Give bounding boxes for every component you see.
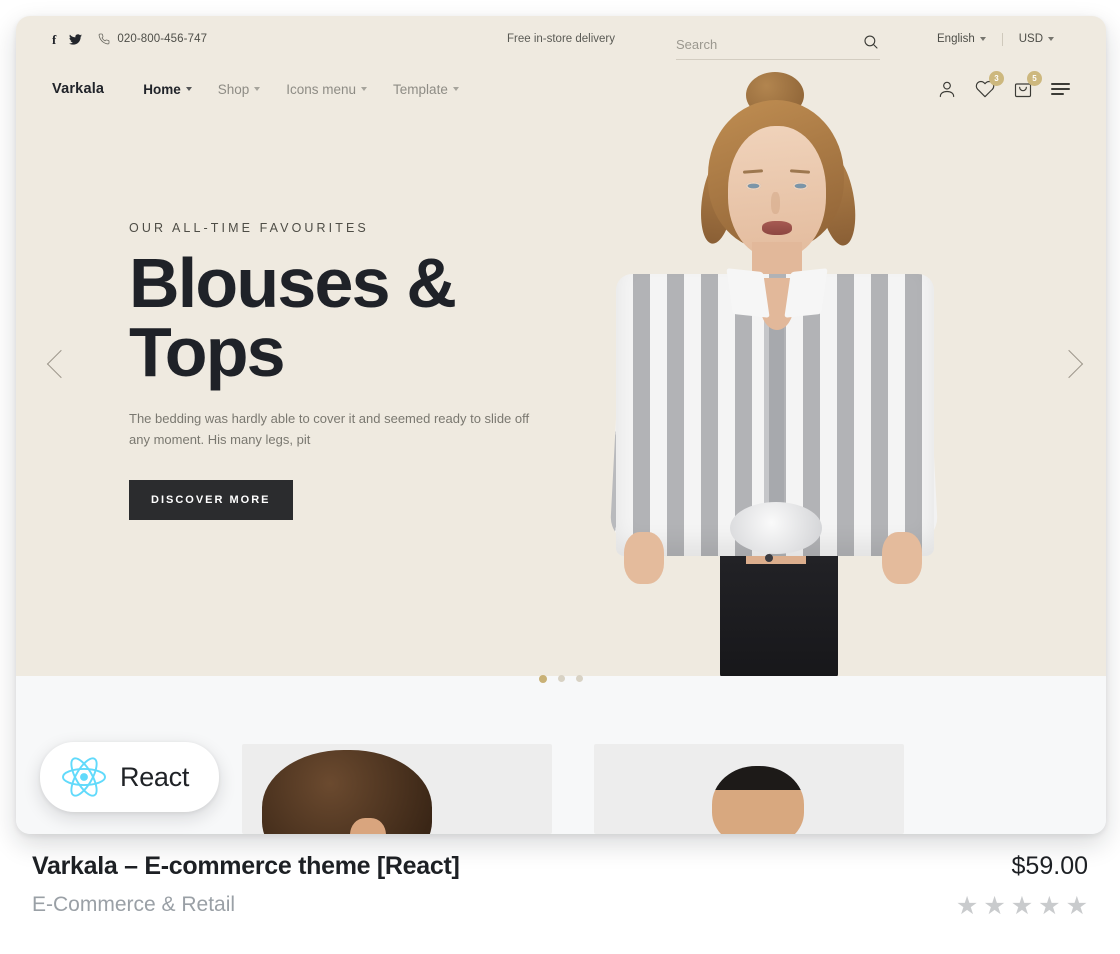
currency-selector[interactable]: USD bbox=[1003, 33, 1070, 45]
model-lips bbox=[762, 221, 792, 235]
nav-item-label: Template bbox=[393, 81, 448, 97]
wishlist-icon[interactable]: 3 bbox=[975, 71, 1004, 99]
item-meta-right: $59.00 ★ ★ ★ ★ ★ bbox=[956, 852, 1088, 919]
page-root: f 020-800-456-747 Free in-store delivery… bbox=[0, 0, 1120, 954]
currency-label: USD bbox=[1018, 33, 1043, 45]
hero-eyebrow: OUR ALL-TIME FAVOURITES bbox=[129, 221, 369, 235]
nav-item-home[interactable]: Home bbox=[130, 82, 205, 97]
nav-item-icons-menu[interactable]: Icons menu bbox=[273, 82, 380, 97]
hero-slider: f 020-800-456-747 Free in-store delivery… bbox=[16, 16, 1106, 676]
product-card[interactable] bbox=[594, 744, 904, 834]
product-card[interactable] bbox=[242, 744, 552, 834]
product-cards bbox=[242, 744, 904, 834]
model-hand-left bbox=[624, 532, 664, 584]
phone-icon bbox=[98, 33, 110, 45]
item-price: $59.00 bbox=[1011, 852, 1088, 880]
hero-title: Blouses & Tops bbox=[129, 244, 589, 391]
phone-number[interactable]: 020-800-456-747 bbox=[98, 33, 207, 45]
framework-badge: React bbox=[40, 742, 220, 812]
model-skirt-button bbox=[765, 554, 773, 562]
carousel-next-arrow[interactable] bbox=[1046, 341, 1092, 387]
react-logo-icon bbox=[62, 757, 106, 797]
framework-badge-label: React bbox=[120, 761, 190, 792]
phone-number-text: 020-800-456-747 bbox=[117, 33, 208, 45]
hamburger-menu-icon[interactable] bbox=[1051, 83, 1070, 95]
model-hand-right bbox=[882, 532, 922, 584]
item-title[interactable]: Varkala – E-commerce theme [React] bbox=[32, 852, 460, 881]
facebook-icon[interactable]: f bbox=[52, 33, 56, 46]
item-meta: Varkala – E-commerce theme [React] E-Com… bbox=[0, 852, 1120, 919]
main-navigation: Varkala Home Shop Icons menu Template 3 … bbox=[16, 62, 1106, 116]
account-icon[interactable] bbox=[937, 79, 957, 99]
hero-title-line-2: Tops bbox=[129, 312, 286, 391]
topbar-left: f 020-800-456-747 bbox=[52, 33, 207, 46]
theme-preview-card: f 020-800-456-747 Free in-store delivery… bbox=[16, 16, 1106, 834]
nav-item-shop[interactable]: Shop bbox=[205, 82, 274, 97]
nav-item-label: Icons menu bbox=[286, 81, 357, 97]
star-icon: ★ bbox=[1065, 892, 1088, 920]
item-meta-left: Varkala – E-commerce theme [React] E-Com… bbox=[32, 852, 460, 917]
carousel-dot-2[interactable] bbox=[558, 675, 565, 682]
cart-icon[interactable]: 5 bbox=[1013, 71, 1042, 99]
carousel-dot-3[interactable] bbox=[576, 675, 583, 682]
topbar-right: English USD bbox=[921, 32, 1070, 46]
carousel-prev-arrow[interactable] bbox=[38, 341, 84, 387]
hero-description: The bedding was hardly able to cover it … bbox=[129, 411, 530, 448]
item-meta-row: Varkala – E-commerce theme [React] E-Com… bbox=[32, 852, 1088, 919]
nav-item-label: Home bbox=[143, 81, 181, 97]
hero-model-photo bbox=[594, 64, 954, 676]
discover-more-button[interactable]: DISCOVER MORE bbox=[129, 480, 293, 521]
carousel-dots bbox=[16, 675, 1106, 683]
social-links: f bbox=[52, 33, 83, 46]
chevron-down-icon bbox=[185, 87, 192, 91]
hero-title-line-1: Blouses & bbox=[129, 244, 457, 322]
model-collar-left bbox=[726, 268, 770, 318]
star-icon: ★ bbox=[983, 892, 1006, 920]
top-utility-bar: f 020-800-456-747 Free in-store delivery… bbox=[16, 16, 1106, 62]
star-icon: ★ bbox=[955, 892, 979, 920]
star-icon: ★ bbox=[1038, 892, 1061, 920]
model-eye-left bbox=[746, 182, 761, 190]
carousel-dot-1[interactable] bbox=[539, 675, 547, 683]
star-icon: ★ bbox=[1010, 892, 1034, 920]
twitter-icon[interactable] bbox=[69, 33, 83, 45]
product-image bbox=[262, 750, 432, 834]
product-image bbox=[712, 766, 804, 834]
nav-item-label: Shop bbox=[217, 81, 250, 97]
cart-count-badge: 5 bbox=[1027, 71, 1042, 86]
hero-content: OUR ALL-TIME FAVOURITES Blouses & Tops T… bbox=[129, 221, 589, 521]
model-eye-right bbox=[793, 182, 808, 190]
item-category[interactable]: E-Commerce & Retail bbox=[32, 893, 460, 917]
site-logo[interactable]: Varkala bbox=[52, 81, 104, 97]
model-nose bbox=[771, 192, 780, 214]
model-collar-right bbox=[784, 268, 828, 318]
nav-item-template[interactable]: Template bbox=[380, 82, 472, 97]
model-skirt bbox=[720, 546, 838, 676]
chevron-down-icon bbox=[452, 87, 459, 91]
rating-stars[interactable]: ★ ★ ★ ★ ★ bbox=[956, 894, 1088, 919]
model-shirt-knot bbox=[730, 502, 822, 554]
chevron-down-icon bbox=[979, 37, 986, 41]
language-selector[interactable]: English bbox=[921, 33, 1002, 45]
chevron-down-icon bbox=[254, 87, 261, 91]
chevron-down-icon bbox=[1048, 37, 1054, 41]
wishlist-count-badge: 3 bbox=[989, 71, 1004, 86]
language-label: English bbox=[937, 33, 975, 45]
chevron-down-icon bbox=[361, 87, 368, 91]
nav-menu: Home Shop Icons menu Template bbox=[130, 82, 472, 97]
header-icons: 3 5 bbox=[937, 71, 1070, 99]
